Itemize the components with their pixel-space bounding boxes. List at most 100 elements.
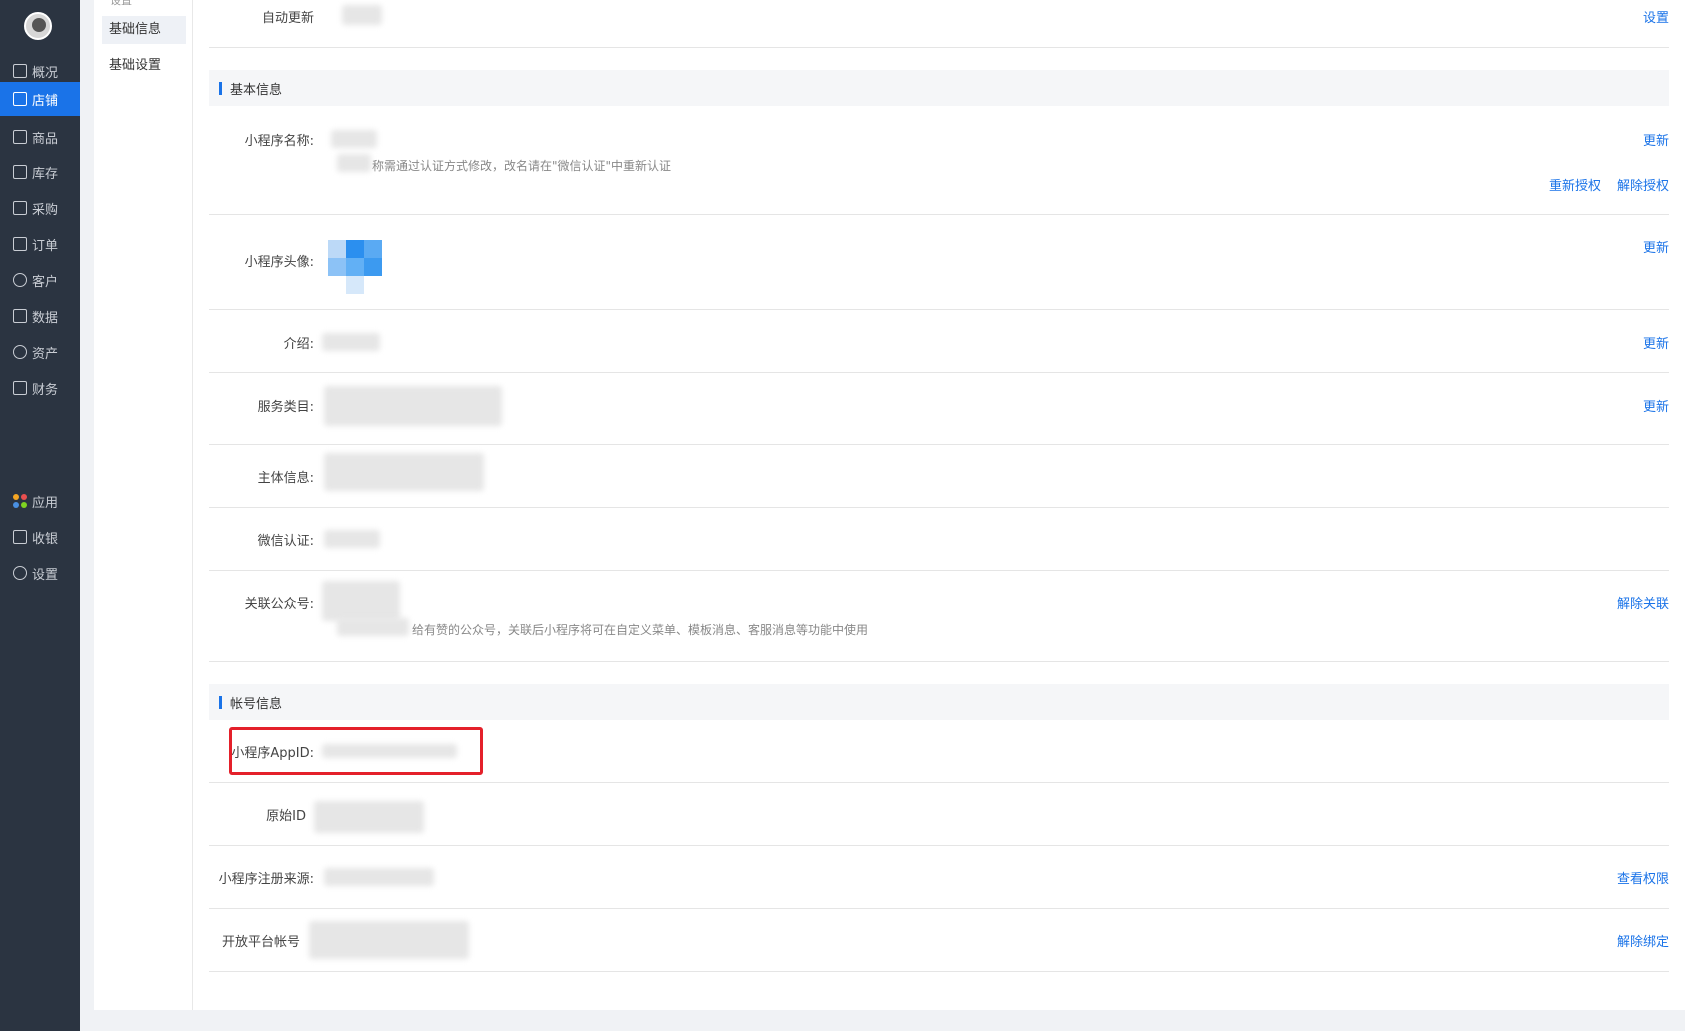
nav-item-inventory[interactable]: 库存	[0, 156, 80, 188]
linked-account-value	[322, 581, 400, 621]
mini-program-avatar-row: 小程序头像: 更新	[209, 215, 1669, 310]
nav-item-label: 概况	[32, 65, 59, 81]
register-source-value	[324, 868, 434, 886]
monitor-icon	[13, 64, 27, 78]
linked-hint-mask	[337, 618, 409, 636]
nav-item-store[interactable]: 店铺	[0, 82, 80, 116]
subject-info-value	[324, 453, 484, 491]
nav-item-assets[interactable]: 资产	[0, 336, 80, 368]
open-platform-row: 开放平台帐号 解除绑定	[209, 909, 1669, 972]
store-icon	[13, 92, 27, 106]
nav-item-label: 收银	[32, 531, 59, 547]
sub-nav: 设置 基础信息 基础设置	[94, 0, 193, 1010]
nav-item-label: 商品	[32, 131, 59, 147]
mini-program-avatar-label: 小程序头像:	[244, 255, 314, 270]
account-info-section: 帐号信息	[209, 684, 1669, 720]
update-name-link[interactable]: 更新	[1643, 130, 1669, 149]
subnav-item-basic-settings[interactable]: 基础设置	[102, 52, 186, 80]
intro-row: 介绍: 更新	[209, 310, 1669, 373]
service-category-row: 服务类目: 更新	[209, 373, 1669, 445]
unauthorize-link[interactable]: 解除授权	[1617, 175, 1669, 194]
nav-item-goods[interactable]: 商品	[0, 121, 80, 153]
subnav-group-title: 设置	[110, 0, 132, 7]
update-intro-link[interactable]: 更新	[1643, 333, 1669, 352]
nav-item-orders[interactable]: 订单	[0, 228, 80, 260]
subject-info-label: 主体信息:	[257, 471, 314, 486]
linked-account-hint: 给有赞的公众号，关联后小程序将可在自定义菜单、模板消息、客服消息等功能中使用	[412, 623, 869, 637]
auto-update-value	[342, 5, 382, 25]
nav-item-settings[interactable]: 设置	[0, 557, 80, 589]
nav-item-label: 应用	[32, 495, 59, 511]
service-category-value	[324, 386, 502, 426]
unbind-link[interactable]: 解除绑定	[1617, 931, 1669, 950]
origin-id-row: 原始ID	[209, 783, 1669, 846]
order-icon	[13, 237, 27, 251]
service-category-label: 服务类目:	[257, 400, 314, 415]
user-icon	[13, 273, 27, 287]
mini-program-name-hint: 称需通过认证方式修改，改名请在"微信认证"中重新认证	[372, 159, 672, 173]
apps-icon	[13, 494, 27, 508]
appid-highlight-box	[229, 727, 483, 775]
nav-item-label: 订单	[32, 238, 59, 254]
scrollbar-area[interactable]	[1685, 0, 1703, 1031]
section-title: 帐号信息	[230, 696, 283, 712]
chart-icon	[13, 309, 27, 323]
nav-item-apps[interactable]: 应用	[0, 485, 80, 517]
wechat-cert-row: 微信认证:	[209, 508, 1669, 571]
update-avatar-link[interactable]: 更新	[1643, 237, 1669, 256]
warehouse-icon	[13, 165, 27, 179]
purchase-icon	[13, 201, 27, 215]
section-title: 基本信息	[230, 82, 283, 98]
mini-program-name-label: 小程序名称:	[244, 134, 314, 149]
section-marker	[219, 695, 222, 709]
nav-item-label: 数据	[32, 310, 59, 326]
name-hint-mask	[337, 154, 371, 172]
unlink-account-link[interactable]: 解除关联	[1617, 593, 1669, 612]
nav-item-finance[interactable]: 财务	[0, 372, 80, 404]
auto-update-row: 自动更新 设置	[209, 0, 1669, 48]
subnav-item-basic-info[interactable]: 基础信息	[102, 16, 186, 44]
reauthorize-link[interactable]: 重新授权	[1549, 175, 1601, 194]
origin-id-label: 原始ID	[266, 809, 306, 824]
mini-program-avatar-image	[328, 240, 383, 295]
register-source-row: 小程序注册来源: 查看权限	[209, 846, 1669, 909]
intro-label: 介绍:	[283, 337, 314, 352]
mini-program-name-row: 小程序名称: 称需通过认证方式修改，改名请在"微信认证"中重新认证 更新 重新授…	[209, 106, 1669, 215]
wechat-cert-label: 微信认证:	[257, 534, 314, 549]
nav-item-purchase[interactable]: 采购	[0, 192, 80, 224]
update-category-link[interactable]: 更新	[1643, 396, 1669, 415]
nav-item-label: 客户	[32, 274, 59, 290]
open-platform-label: 开放平台帐号	[221, 935, 300, 950]
nav-item-label: 财务	[32, 382, 59, 398]
wallet-icon	[13, 381, 27, 395]
main-content: 自动更新 设置 基本信息 小程序名称: 称需通过认证方式修改，改名请在"微信认证…	[193, 0, 1685, 1010]
nav-item-label: 库存	[32, 166, 59, 182]
main-nav: 概况 店铺 商品 库存 采购 订单 客户 数据 资产 财务 应用 收银 设置	[0, 0, 80, 1031]
nav-item-label: 采购	[32, 202, 59, 218]
gear-icon	[13, 566, 27, 580]
section-marker	[219, 81, 222, 95]
register-source-label: 小程序注册来源:	[218, 872, 314, 887]
nav-item-customers[interactable]: 客户	[0, 264, 80, 296]
nav-item-label: 店铺	[32, 93, 59, 109]
origin-id-value	[314, 801, 424, 833]
nav-item-label: 资产	[32, 346, 59, 362]
tag-icon	[13, 130, 27, 144]
basic-info-section: 基本信息	[209, 70, 1669, 106]
avatar[interactable]	[24, 12, 52, 40]
nav-item-cashier[interactable]: 收银	[0, 521, 80, 553]
view-permission-link[interactable]: 查看权限	[1617, 868, 1669, 887]
cashier-icon	[13, 530, 27, 544]
wechat-cert-value	[324, 530, 380, 548]
subject-info-row: 主体信息:	[209, 445, 1669, 508]
auto-update-label: 自动更新	[261, 11, 314, 26]
linked-account-row: 关联公众号: 给有赞的公众号，关联后小程序将可在自定义菜单、模板消息、客服消息等…	[209, 571, 1669, 662]
nav-item-label: 设置	[32, 567, 59, 583]
intro-value	[322, 333, 380, 351]
linked-account-label: 关联公众号:	[244, 597, 314, 612]
mini-program-name-value	[331, 130, 377, 148]
yuan-icon	[13, 345, 27, 359]
auto-update-setting-link[interactable]: 设置	[1643, 7, 1669, 26]
open-platform-value	[309, 921, 469, 959]
nav-item-data[interactable]: 数据	[0, 300, 80, 332]
